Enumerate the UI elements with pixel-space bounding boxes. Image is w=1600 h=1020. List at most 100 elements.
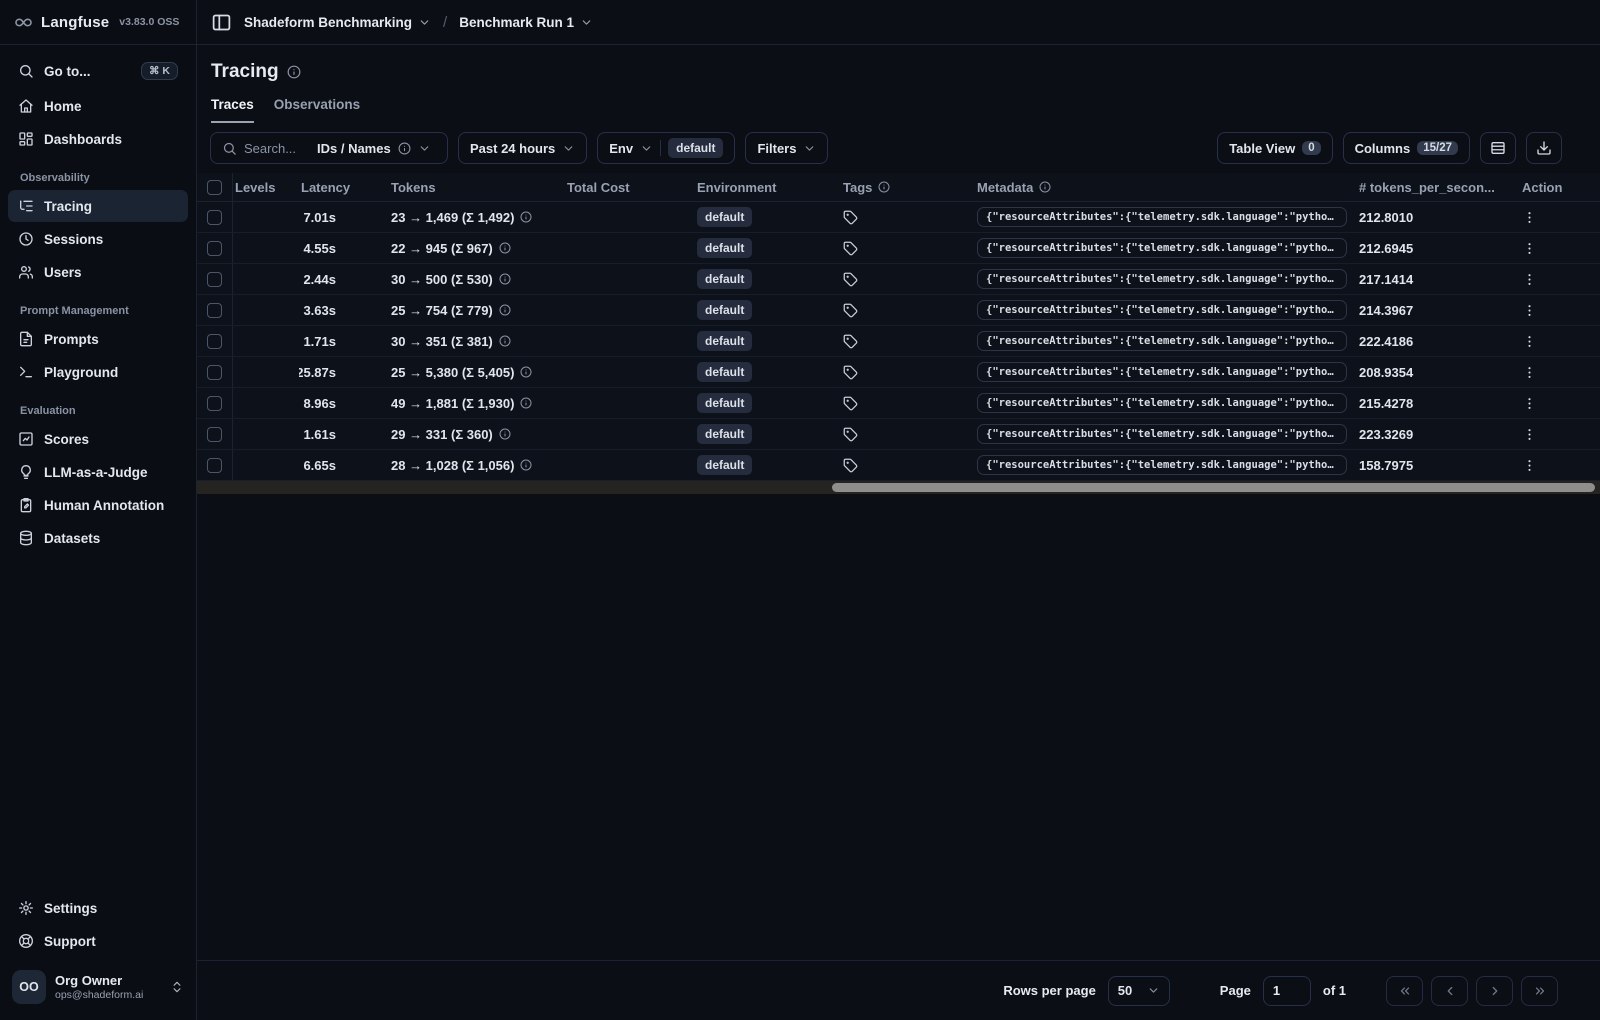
page-number-input[interactable] — [1262, 975, 1311, 1006]
sidebar-item-dashboards[interactable]: Dashboards — [8, 123, 188, 155]
scrollbar-thumb[interactable] — [832, 483, 1595, 492]
header-metadata[interactable]: Metadata — [975, 180, 1357, 195]
kebab-menu-icon[interactable] — [1522, 427, 1537, 442]
row-checkbox[interactable] — [207, 209, 222, 225]
kebab-menu-icon[interactable] — [1522, 396, 1537, 411]
export-button[interactable] — [1526, 132, 1562, 164]
environment-filter[interactable]: Env default — [597, 132, 736, 164]
org-selector[interactable]: Shadeform Benchmarking — [244, 15, 431, 30]
kebab-menu-icon[interactable] — [1522, 210, 1537, 225]
header-latency[interactable]: Latency — [299, 180, 389, 195]
header-environment[interactable]: Environment — [695, 180, 840, 195]
row-checkbox[interactable] — [207, 302, 222, 318]
sidebar-item-sessions[interactable]: Sessions — [8, 223, 188, 255]
tag-icon[interactable] — [843, 272, 858, 287]
header-tokens[interactable]: Tokens — [389, 180, 565, 195]
row-checkbox[interactable] — [207, 364, 222, 380]
metadata-value[interactable]: {"resourceAttributes":{"telemetry.sdk.la… — [977, 393, 1347, 413]
search-box[interactable]: IDs / Names — [210, 132, 448, 164]
filters-button[interactable]: Filters — [745, 132, 829, 164]
sidebar-item-datasets[interactable]: Datasets — [8, 522, 188, 554]
header-levels[interactable]: Levels — [233, 180, 299, 195]
project-selector[interactable]: Benchmark Run 1 — [459, 15, 593, 30]
table-row[interactable]: 1.61s 29 → 331 (Σ 360) default {"resourc… — [197, 419, 1600, 450]
sidebar-item-tracing[interactable]: Tracing — [8, 190, 188, 222]
rows-per-page-select[interactable]: 50 — [1107, 975, 1170, 1006]
info-icon[interactable] — [520, 459, 532, 471]
table-row[interactable]: 4.55s 22 → 945 (Σ 967) default {"resourc… — [197, 233, 1600, 264]
sidebar-item-playground[interactable]: Playground — [8, 356, 188, 388]
row-checkbox[interactable] — [207, 333, 222, 349]
table-row[interactable]: 2.44s 30 → 500 (Σ 530) default {"resourc… — [197, 264, 1600, 295]
sidebar-toggle-button[interactable] — [211, 12, 232, 33]
account-switcher[interactable]: OO Org Owner ops@shadeform.ai — [0, 958, 196, 1020]
kebab-menu-icon[interactable] — [1522, 365, 1537, 380]
table-row[interactable]: 8.96s 49 → 1,881 (Σ 1,930) default {"res… — [197, 388, 1600, 419]
sidebar-item-users[interactable]: Users — [8, 256, 188, 288]
info-icon[interactable] — [499, 304, 511, 316]
kebab-menu-icon[interactable] — [1522, 241, 1537, 256]
info-icon[interactable] — [499, 428, 511, 440]
first-page-button[interactable] — [1386, 975, 1423, 1006]
sidebar-item-human-annotation[interactable]: Human Annotation — [8, 489, 188, 521]
metadata-value[interactable]: {"resourceAttributes":{"telemetry.sdk.la… — [977, 238, 1347, 258]
tag-icon[interactable] — [843, 427, 858, 442]
row-checkbox[interactable] — [207, 426, 222, 442]
sidebar-item-prompts[interactable]: Prompts — [8, 323, 188, 355]
info-icon[interactable] — [398, 142, 411, 155]
info-icon[interactable] — [520, 366, 532, 378]
select-all-checkbox[interactable] — [207, 179, 222, 195]
tag-icon[interactable] — [843, 365, 858, 380]
goto-search-button[interactable]: Go to... ⌘ K — [8, 54, 188, 88]
previous-page-button[interactable] — [1431, 975, 1468, 1006]
sidebar-item-llm-as-a-judge[interactable]: LLM-as-a-Judge — [8, 456, 188, 488]
tag-icon[interactable] — [843, 303, 858, 318]
search-input[interactable] — [244, 140, 310, 156]
row-checkbox[interactable] — [207, 240, 222, 256]
tag-icon[interactable] — [843, 458, 858, 473]
next-page-button[interactable] — [1476, 975, 1513, 1006]
table-row[interactable]: 1.71s 30 → 351 (Σ 381) default {"resourc… — [197, 326, 1600, 357]
header-total-cost[interactable]: Total Cost — [565, 180, 695, 195]
table-row[interactable]: 3.63s 25 → 754 (Σ 779) default {"resourc… — [197, 295, 1600, 326]
metadata-value[interactable]: {"resourceAttributes":{"telemetry.sdk.la… — [977, 362, 1347, 382]
metadata-value[interactable]: {"resourceAttributes":{"telemetry.sdk.la… — [977, 269, 1347, 289]
table-row[interactable]: 7.01s 23 → 1,469 (Σ 1,492) default {"res… — [197, 202, 1600, 233]
row-checkbox[interactable] — [207, 457, 222, 473]
metadata-value[interactable]: {"resourceAttributes":{"telemetry.sdk.la… — [977, 331, 1347, 351]
time-range-select[interactable]: Past 24 hours — [458, 132, 588, 164]
sidebar-item-settings[interactable]: Settings — [8, 892, 188, 924]
info-icon[interactable] — [520, 397, 532, 409]
info-icon[interactable] — [499, 242, 511, 254]
tab-traces[interactable]: Traces — [211, 97, 254, 123]
metadata-value[interactable]: {"resourceAttributes":{"telemetry.sdk.la… — [977, 455, 1347, 475]
header-tags[interactable]: Tags — [840, 180, 975, 195]
columns-button[interactable]: Columns 15/27 — [1342, 132, 1470, 164]
sidebar-item-scores[interactable]: Scores — [8, 423, 188, 455]
kebab-menu-icon[interactable] — [1522, 334, 1537, 349]
info-icon[interactable] — [499, 273, 511, 285]
tag-icon[interactable] — [843, 241, 858, 256]
horizontal-scrollbar[interactable] — [197, 481, 1600, 494]
row-height-button[interactable] — [1480, 132, 1516, 164]
info-icon[interactable] — [499, 335, 511, 347]
row-checkbox[interactable] — [207, 271, 222, 287]
row-checkbox[interactable] — [207, 395, 222, 411]
tag-icon[interactable] — [843, 396, 858, 411]
kebab-menu-icon[interactable] — [1522, 458, 1537, 473]
tab-observations[interactable]: Observations — [274, 97, 360, 123]
sidebar-item-support[interactable]: Support — [8, 925, 188, 957]
metadata-value[interactable]: {"resourceAttributes":{"telemetry.sdk.la… — [977, 207, 1347, 227]
table-row[interactable]: 25.87s 25 → 5,380 (Σ 5,405) default {"re… — [197, 357, 1600, 388]
metadata-value[interactable]: {"resourceAttributes":{"telemetry.sdk.la… — [977, 300, 1347, 320]
kebab-menu-icon[interactable] — [1522, 272, 1537, 287]
sidebar-item-home[interactable]: Home — [8, 90, 188, 122]
tag-icon[interactable] — [843, 210, 858, 225]
metadata-value[interactable]: {"resourceAttributes":{"telemetry.sdk.la… — [977, 424, 1347, 444]
last-page-button[interactable] — [1521, 975, 1558, 1006]
tag-icon[interactable] — [843, 334, 858, 349]
kebab-menu-icon[interactable] — [1522, 303, 1537, 318]
info-icon[interactable] — [287, 65, 301, 79]
info-icon[interactable] — [520, 211, 532, 223]
table-view-button[interactable]: Table View 0 — [1217, 132, 1333, 164]
